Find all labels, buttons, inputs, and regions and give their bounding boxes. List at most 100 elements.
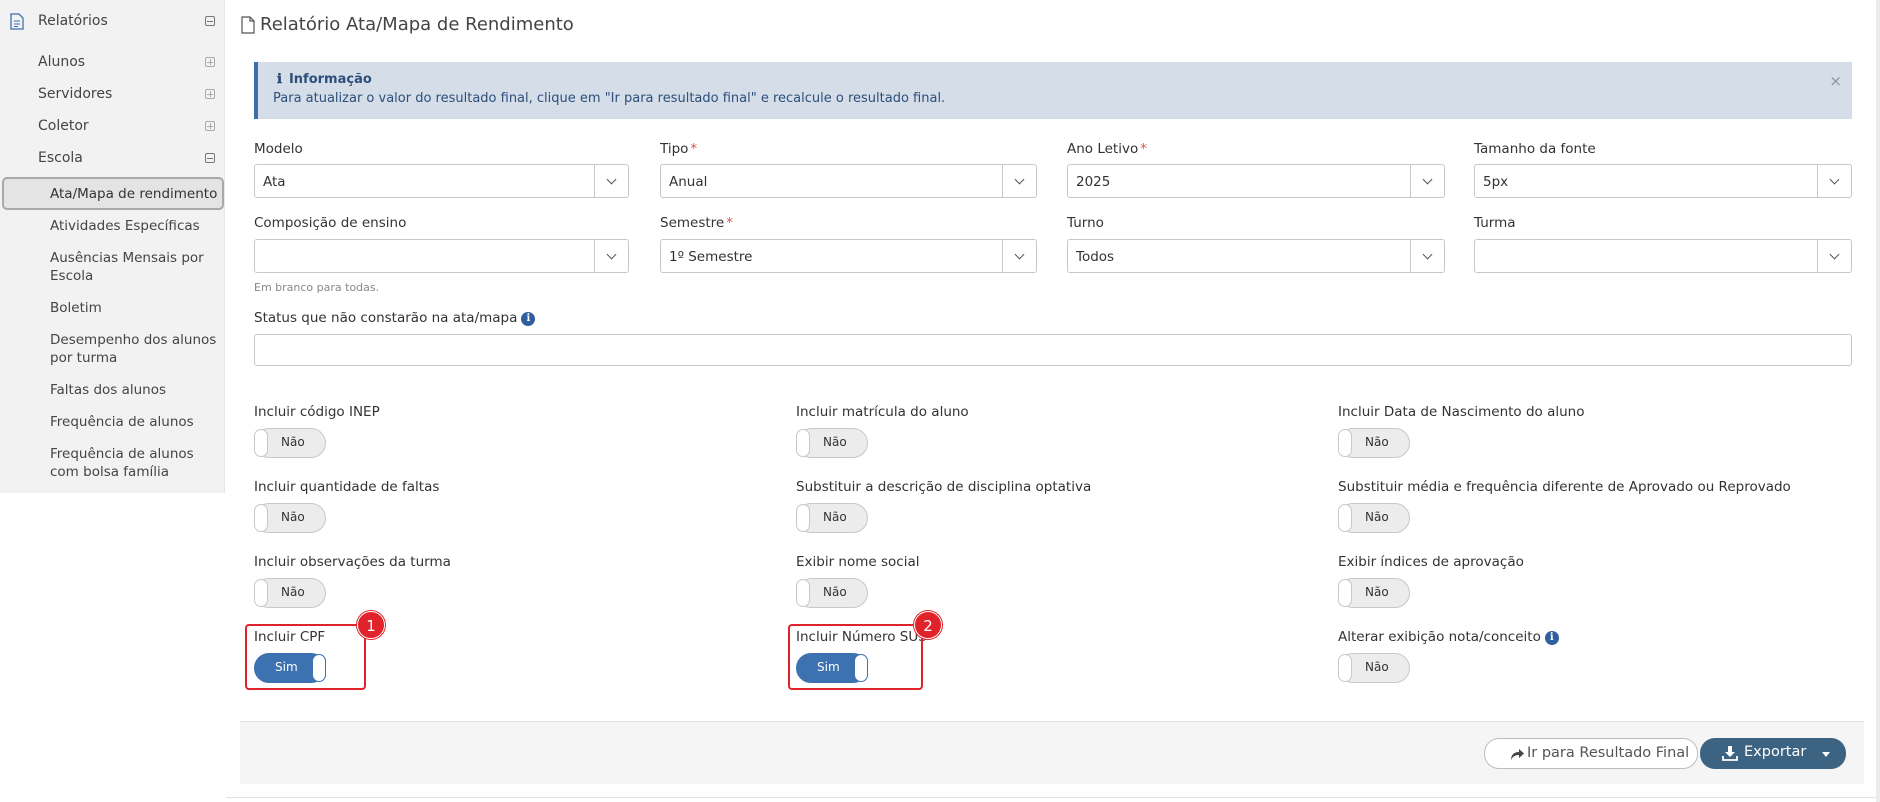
chevron-down-icon[interactable] (594, 165, 628, 197)
toggle-label-text: Alterar exibição nota/conceito (1338, 629, 1541, 645)
sidebar-subitem-desempenho[interactable]: Desempenho dos alunos por turma (0, 331, 225, 371)
turno-label: Turno (1067, 215, 1104, 231)
toggle-knob (796, 579, 810, 607)
toggle-knob (254, 579, 268, 607)
toggle-label: Exibir índices de aprovação (1338, 554, 1524, 570)
toggle-knob (1338, 579, 1352, 607)
exibir-indices-toggle[interactable]: Não (1338, 578, 1410, 608)
tamanho-fonte-select[interactable]: 5px (1474, 164, 1852, 198)
info-title-text: Informação (288, 72, 372, 87)
toggle-knob (254, 429, 268, 457)
required-mark: * (690, 141, 698, 157)
toggle-label: Incluir matrícula do aluno (796, 404, 969, 420)
toggle-label: Incluir observações da turma (254, 554, 451, 570)
info-icon[interactable]: i (521, 312, 536, 326)
sidebar-subitem-label: Desempenho dos alunos por turma (50, 332, 217, 366)
expand-icon[interactable] (205, 121, 215, 131)
required-mark: * (726, 215, 733, 231)
incluir-matricula-toggle[interactable]: Não (796, 428, 868, 458)
status-label-text: Status que não constarão na ata/mapa (254, 310, 518, 326)
incluir-data-nascimento-toggle[interactable]: Não (1338, 428, 1410, 458)
status-input[interactable] (254, 334, 1852, 366)
info-icon: ℹ (277, 72, 282, 87)
tipo-select[interactable]: Anual (660, 164, 1037, 198)
sidebar-subitem-frequencia-bolsa[interactable]: Frequência de alunos com bolsa família (0, 445, 225, 485)
chevron-down-icon[interactable] (594, 240, 628, 272)
toggle-knob (1338, 504, 1352, 532)
toggle-value: Não (1365, 510, 1389, 524)
sidebar-subitem-label: Faltas dos alunos (50, 382, 167, 398)
info-icon[interactable]: i (1544, 631, 1559, 645)
incluir-observacoes-toggle[interactable]: Não (254, 578, 326, 608)
tamanho-fonte-value: 5px (1483, 174, 1509, 190)
divider (226, 797, 1876, 798)
sidebar-subitem-atividades[interactable]: Atividades Específicas (0, 217, 225, 239)
composicao-select[interactable] (254, 239, 629, 273)
substituir-optativa-toggle[interactable]: Não (796, 503, 868, 533)
semestre-select[interactable]: 1º Semestre (660, 239, 1037, 273)
sidebar-subitem-boletim[interactable]: Boletim (0, 299, 225, 321)
toggle-knob (1338, 654, 1352, 682)
ir-para-resultado-final-button[interactable]: Ir para Resultado Final (1484, 738, 1698, 769)
turma-select[interactable] (1474, 239, 1852, 273)
sidebar-section-label: Relatórios (38, 13, 108, 29)
sidebar-subitem-ausencias[interactable]: Ausências Mensais por Escola (0, 249, 225, 289)
sidebar-subitem-label: Boletim (50, 300, 102, 316)
annotation-badge-2: 2 (914, 611, 942, 639)
toggle-knob (254, 504, 268, 532)
toggle-knob (1338, 429, 1352, 457)
ano-letivo-select[interactable]: 2025 (1067, 164, 1445, 198)
chevron-down-icon[interactable] (1817, 240, 1851, 272)
sidebar-item-label: Alunos (38, 54, 86, 70)
toggle-value: Não (823, 435, 847, 449)
expand-icon[interactable] (205, 89, 215, 99)
chevron-down-icon[interactable] (1817, 165, 1851, 197)
page-title: Relatório Ata/Mapa de Rendimento (260, 14, 574, 35)
semestre-label: Semestre * (660, 215, 733, 231)
document-icon (241, 16, 255, 34)
incluir-faltas-toggle[interactable]: Não (254, 503, 326, 533)
button-label: Ir para Resultado Final (1527, 745, 1690, 761)
turno-value: Todos (1076, 249, 1115, 265)
sidebar-item-label: Escola (38, 150, 83, 166)
button-label: Exportar (1744, 744, 1807, 760)
info-alert-text: Para atualizar o valor do resultado fina… (273, 91, 946, 106)
toggle-label: Exibir nome social (796, 554, 920, 570)
sidebar-item-coletor[interactable]: Coletor (0, 111, 225, 141)
chevron-down-icon[interactable] (1002, 165, 1036, 197)
toggle-value: Não (281, 435, 305, 449)
collapse-icon[interactable] (205, 16, 215, 26)
caret-down-icon[interactable] (1822, 752, 1830, 757)
toggle-value: Não (1365, 435, 1389, 449)
sidebar-subitem-faltas[interactable]: Faltas dos alunos (0, 381, 225, 403)
exportar-button[interactable]: Exportar (1700, 738, 1846, 769)
expand-icon[interactable] (205, 57, 215, 67)
download-icon (1722, 746, 1738, 761)
chevron-down-icon[interactable] (1002, 240, 1036, 272)
modelo-select[interactable]: Ata (254, 164, 629, 198)
toggle-label: Incluir código INEP (254, 404, 380, 420)
collapse-icon[interactable] (205, 153, 215, 163)
incluir-codigo-inep-toggle[interactable]: Não (254, 428, 326, 458)
document-icon (10, 13, 24, 30)
exibir-nome-social-toggle[interactable]: Não (796, 578, 868, 608)
sidebar-item-alunos[interactable]: Alunos (0, 47, 225, 77)
substituir-media-toggle[interactable]: Não (1338, 503, 1410, 533)
chevron-down-icon[interactable] (1410, 165, 1444, 197)
sidebar-subitem-label: Ata/Mapa de rendimento (50, 186, 218, 202)
tipo-label-text: Tipo (660, 141, 689, 157)
chevron-down-icon[interactable] (1410, 240, 1444, 272)
sidebar-item-escola[interactable]: Escola (0, 143, 225, 173)
close-icon[interactable]: × (1829, 72, 1842, 90)
sidebar-item-servidores[interactable]: Servidores (0, 79, 225, 109)
sidebar-subitem-ata-mapa[interactable]: Ata/Mapa de rendimento (2, 177, 224, 210)
turno-select[interactable]: Todos (1067, 239, 1445, 273)
vertical-scrollbar[interactable] (1876, 0, 1880, 802)
sidebar-subitem-label: Atividades Específicas (50, 218, 200, 234)
sidebar-section-relatorios[interactable]: Relatórios (0, 0, 225, 44)
required-mark: * (1140, 141, 1147, 157)
alterar-exibicao-nota-toggle[interactable]: Não (1338, 653, 1410, 683)
composicao-help: Em branco para todas. (254, 281, 380, 294)
info-alert: ℹ Informação Para atualizar o valor do re… (254, 62, 1852, 119)
sidebar-subitem-frequencia[interactable]: Frequência de alunos (0, 413, 225, 435)
